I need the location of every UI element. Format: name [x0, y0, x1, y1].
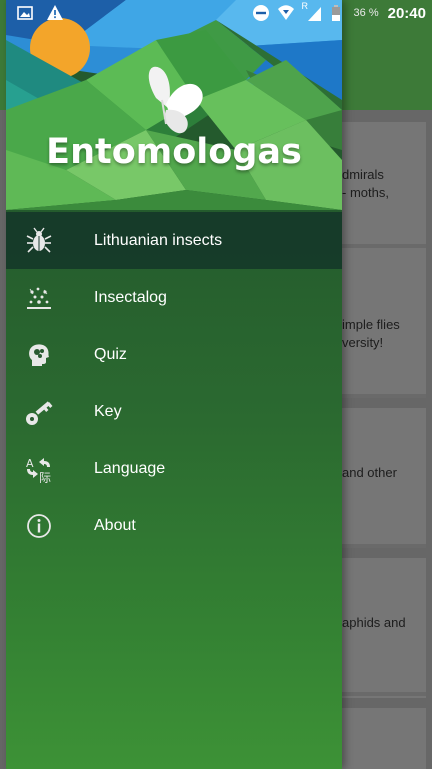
signal-icon	[307, 7, 321, 21]
key-icon	[24, 397, 54, 427]
menu-item-quiz[interactable]: Quiz	[6, 326, 342, 383]
card-divider	[342, 692, 426, 696]
card-text: and other	[342, 465, 397, 480]
menu-item-label: Key	[94, 402, 122, 420]
battery-percentage: 36 %	[353, 7, 379, 19]
svg-text:A: A	[26, 457, 34, 470]
menu-item-label: Insectalog	[94, 288, 167, 306]
insectalog-icon	[24, 283, 54, 313]
status-bar: R 36 % 20:40	[0, 0, 432, 26]
warning-icon	[46, 4, 64, 22]
card-text: dmirals - moths,	[342, 167, 389, 200]
menu-item-language[interactable]: A 际 Language	[6, 440, 342, 497]
bug-icon	[24, 226, 54, 256]
menu-item-label: Lithuanian insects	[94, 231, 223, 249]
screen: dmirals - moths, imple flies versity! and …	[0, 0, 432, 769]
clock: 20:40	[387, 4, 426, 22]
card-divider	[342, 544, 426, 548]
header-landscape-illustration	[6, 0, 342, 210]
navigation-drawer[interactable]: Entomologas Lithuanian insects Insectalo…	[6, 0, 342, 769]
menu-item-lithuanian-insects[interactable]: Lithuanian insects	[6, 212, 342, 269]
menu-item-label: About	[94, 516, 136, 534]
card-text: imple flies versity!	[342, 317, 400, 350]
info-icon	[24, 511, 54, 541]
app-title: Entomologas	[46, 132, 302, 172]
menu-item-insectalog[interactable]: Insectalog	[6, 269, 342, 326]
translate-icon: A 际	[24, 454, 54, 484]
quiz-head-icon	[24, 340, 54, 370]
svg-text:际: 际	[39, 471, 51, 484]
card-text: aphids and	[342, 615, 406, 630]
drawer-menu: Lithuanian insects Insectalog Quiz Key A…	[6, 212, 342, 554]
menu-item-label: Language	[94, 459, 166, 477]
card-divider	[342, 394, 426, 398]
menu-item-key[interactable]: Key	[6, 383, 342, 440]
menu-item-about[interactable]: About	[6, 497, 342, 554]
menu-item-label: Quiz	[94, 345, 127, 363]
wifi-icon	[277, 4, 295, 22]
battery-icon	[329, 4, 347, 22]
drawer-header: Entomologas	[6, 0, 342, 210]
image-icon	[16, 4, 34, 22]
signal-indicator: R	[302, 1, 322, 22]
card-divider	[342, 244, 426, 248]
dnd-icon	[252, 4, 270, 22]
